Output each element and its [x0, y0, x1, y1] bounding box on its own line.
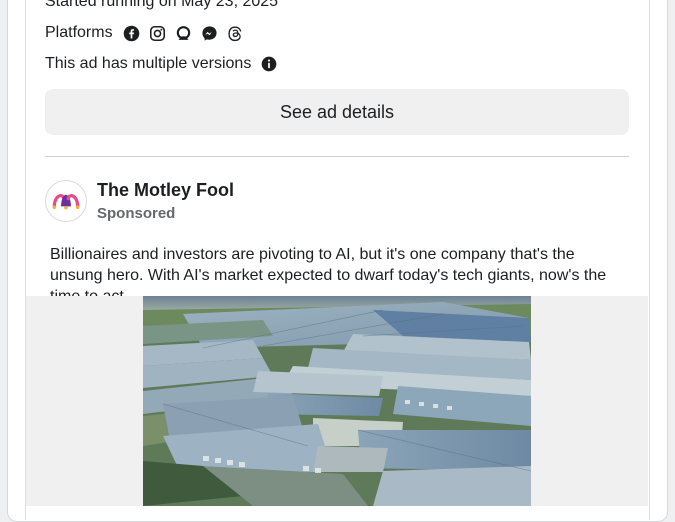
see-ad-details-button[interactable]: See ad details	[45, 89, 629, 135]
threads-icon	[227, 24, 245, 42]
divider	[45, 156, 629, 157]
started-running-text: Started running on May 23, 2025	[45, 0, 279, 10]
advertiser-avatar[interactable]	[45, 180, 87, 222]
messenger-icon	[201, 24, 219, 42]
advertiser-name[interactable]: The Motley Fool	[97, 180, 234, 201]
platforms-row: Platforms	[45, 24, 253, 42]
audience-network-icon	[175, 24, 193, 42]
info-icon[interactable]	[261, 56, 277, 72]
instagram-icon	[149, 24, 167, 42]
sponsored-label: Sponsored	[97, 205, 176, 222]
ad-image[interactable]	[143, 296, 531, 506]
platforms-label: Platforms	[45, 24, 113, 41]
versions-text: This ad has multiple versions	[45, 55, 252, 72]
motley-fool-logo	[52, 193, 80, 210]
facebook-icon	[123, 24, 141, 42]
versions-row: This ad has multiple versions	[45, 55, 277, 73]
